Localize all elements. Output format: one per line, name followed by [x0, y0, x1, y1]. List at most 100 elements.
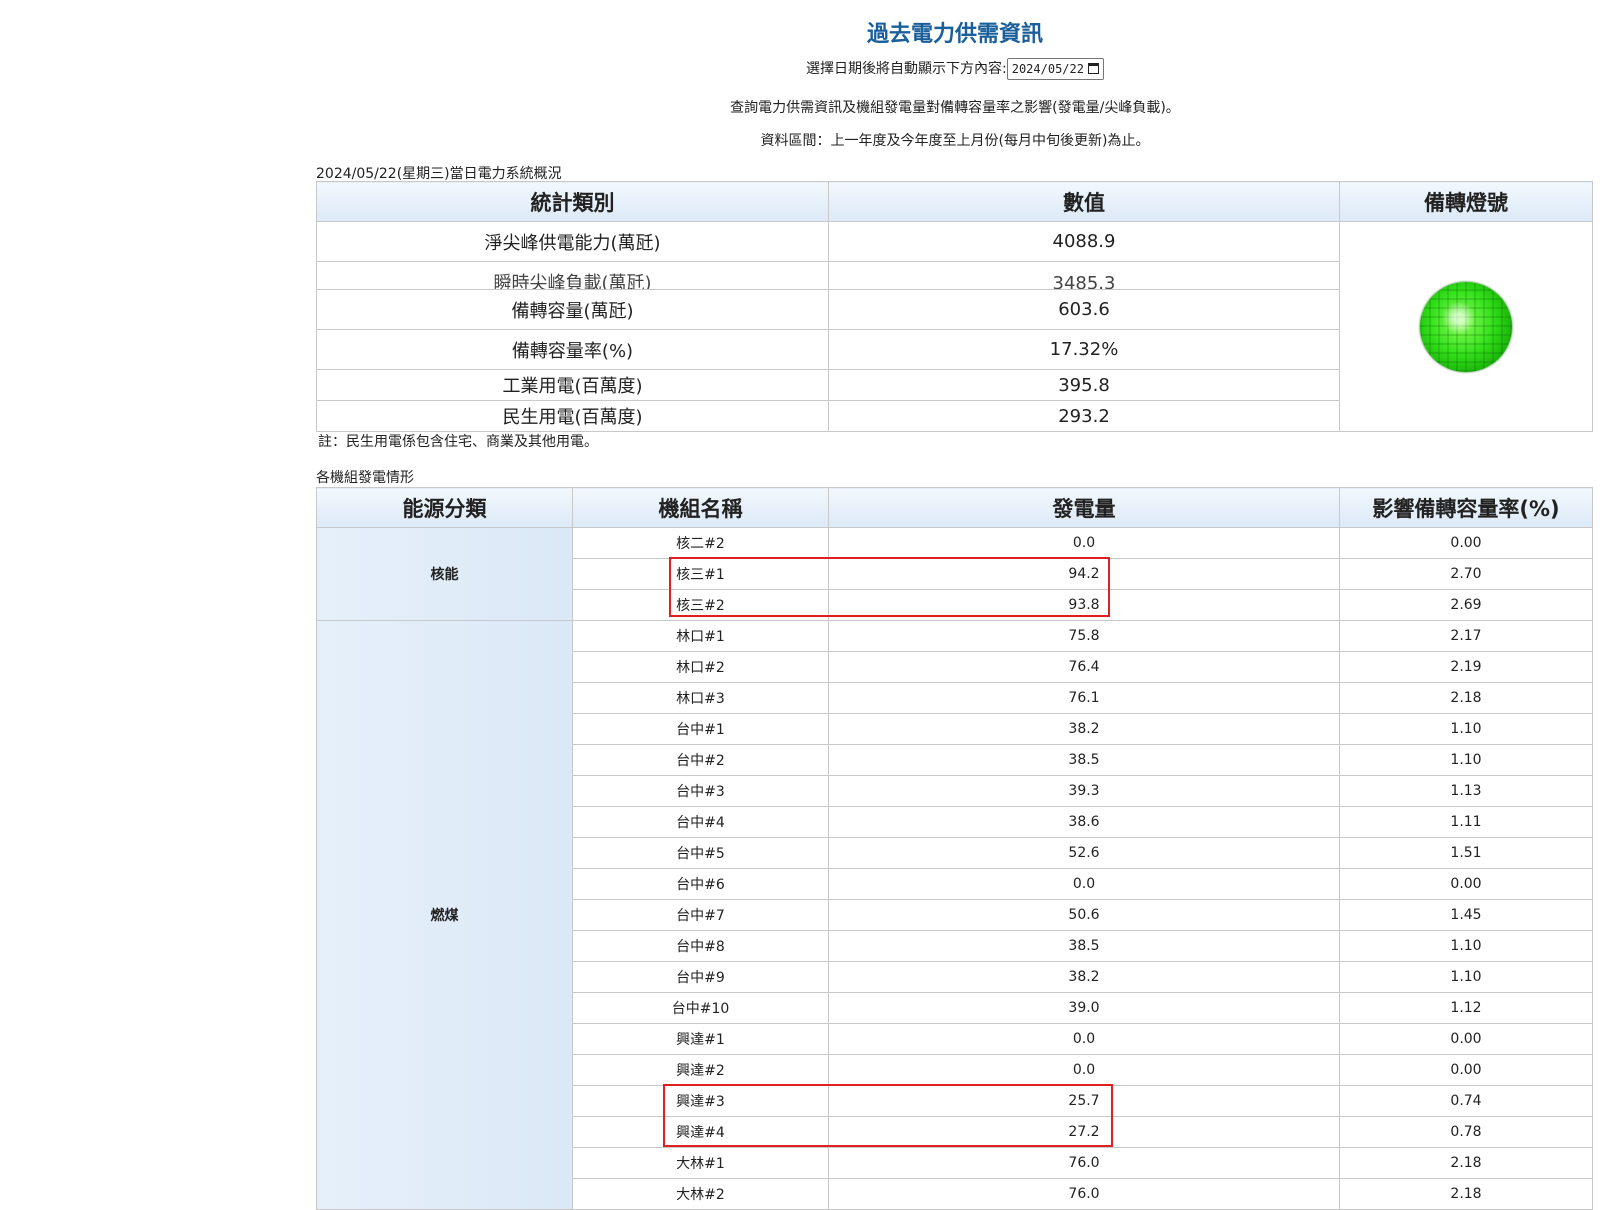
unit-name-cell: 台中#4 — [572, 806, 829, 838]
generation-cell: 38.6 — [828, 806, 1340, 838]
header-stat-category: 統計類別 — [316, 181, 829, 222]
header-reserve-impact: 影響備轉容量率(%) — [1339, 487, 1593, 528]
summary-value: 4088.9 — [828, 221, 1340, 262]
page-title: 過去電力供需資訊 — [866, 22, 1043, 47]
reserve-impact-cell: 2.19 — [1339, 651, 1593, 683]
header-unit-name: 機組名稱 — [572, 487, 829, 528]
reserve-impact-cell: 1.12 — [1339, 992, 1593, 1024]
reserve-light-cell — [1339, 221, 1593, 432]
generation-cell: 52.6 — [828, 837, 1340, 869]
reserve-impact-cell: 1.11 — [1339, 806, 1593, 838]
header-energy-category: 能源分類 — [316, 487, 573, 528]
units-caption: 各機組發電情形 — [316, 470, 414, 486]
generation-cell: 0.0 — [828, 868, 1340, 900]
nuclear-group: 核能 核二#2 0.0 0.00 核三#1 94.2 2.70 核三#2 93.8 2.69 — [316, 527, 1593, 621]
reserve-impact-cell: 1.10 — [1339, 713, 1593, 745]
reserve-impact-cell: 1.10 — [1339, 744, 1593, 776]
reserve-impact-cell: 2.18 — [1339, 1178, 1593, 1210]
unit-name-cell: 林口#1 — [572, 620, 829, 652]
unit-name-cell: 台中#1 — [572, 713, 829, 745]
unit-name-cell: 興達#2 — [572, 1054, 829, 1086]
unit-name-cell: 台中#2 — [572, 744, 829, 776]
summary-label: 備轉容量率(%) — [316, 329, 829, 370]
unit-name-cell: 台中#6 — [572, 868, 829, 900]
reserve-impact-cell: 0.00 — [1339, 1054, 1593, 1086]
generation-cell: 76.0 — [828, 1147, 1340, 1179]
reserve-impact-cell: 2.17 — [1339, 620, 1593, 652]
units-table: 能源分類 機組名稱 發電量 影響備轉容量率(%) 核能 核二#2 0.0 0.00 核三… — [316, 487, 1593, 1210]
coal-group: 燃煤 林口#1 75.8 2.17 林口#2 76.4 2.19 林口#3 76.1 2.18 台中… — [316, 620, 1593, 1210]
reserve-impact-cell: 2.70 — [1339, 558, 1593, 590]
unit-name-cell: 興達#3 — [572, 1085, 829, 1117]
summary-label: 民生用電(百萬度) — [316, 400, 829, 432]
reserve-impact-cell: 2.69 — [1339, 589, 1593, 621]
unit-name-cell: 核三#1 — [572, 558, 829, 590]
summary-value: 293.2 — [828, 400, 1340, 432]
category-coal: 燃煤 — [316, 620, 573, 1210]
generation-cell: 27.2 — [828, 1116, 1340, 1148]
unit-name-cell: 台中#9 — [572, 961, 829, 993]
reserve-impact-cell: 0.00 — [1339, 527, 1593, 559]
header-value: 數值 — [828, 181, 1340, 222]
unit-name-cell: 大林#2 — [572, 1178, 829, 1210]
generation-cell: 76.0 — [828, 1178, 1340, 1210]
summary-table: 統計類別 數值 備轉燈號 淨尖峰供電能力(萬瓩) 4088.9 瞬時尖峰負載(萬… — [316, 181, 1593, 432]
unit-name-cell: 大林#1 — [572, 1147, 829, 1179]
unit-name-cell: 興達#4 — [572, 1116, 829, 1148]
summary-caption: 2024/05/22(星期三)當日電力系統概況 — [316, 166, 562, 182]
generation-cell: 0.0 — [828, 1023, 1340, 1055]
header-reserve-light: 備轉燈號 — [1339, 181, 1593, 222]
generation-cell: 94.2 — [828, 558, 1340, 590]
header-generation: 發電量 — [828, 487, 1340, 528]
reserve-impact-cell: 1.51 — [1339, 837, 1593, 869]
generation-cell: 38.2 — [828, 713, 1340, 745]
summary-value: 395.8 — [828, 369, 1340, 401]
generation-cell: 38.5 — [828, 930, 1340, 962]
summary-label: 工業用電(百萬度) — [316, 369, 829, 401]
calendar-icon[interactable] — [1087, 63, 1099, 74]
generation-cell: 75.8 — [828, 620, 1340, 652]
summary-value: 603.6 — [828, 289, 1340, 330]
unit-name-cell: 台中#7 — [572, 899, 829, 931]
date-selector-line: 選擇日期後將自動顯示下方內容: 2024/05/22 — [0, 58, 1600, 80]
summary-value: 17.32% — [828, 329, 1340, 370]
date-prompt: 選擇日期後將自動顯示下方內容: — [806, 61, 1007, 77]
summary-row: 淨尖峰供電能力(萬瓩) 4088.9 — [316, 221, 1593, 432]
summary-label: 淨尖峰供電能力(萬瓩) — [316, 221, 829, 262]
unit-name-cell: 台中#5 — [572, 837, 829, 869]
date-input[interactable]: 2024/05/22 — [1006, 58, 1104, 80]
generation-cell: 39.0 — [828, 992, 1340, 1024]
summary-value: 3485.3 — [828, 261, 1340, 290]
unit-name-cell: 台中#3 — [572, 775, 829, 807]
generation-cell: 93.8 — [828, 589, 1340, 621]
summary-header-row: 統計類別 數值 備轉燈號 — [316, 181, 1593, 222]
date-value: 2024/05/22 — [1011, 62, 1084, 76]
category-nuclear: 核能 — [316, 527, 573, 621]
unit-name-cell: 核二#2 — [572, 527, 829, 559]
reserve-impact-cell: 0.00 — [1339, 1023, 1593, 1055]
unit-name-cell: 興達#1 — [572, 1023, 829, 1055]
summary-note: 註：民生用電係包含住宅、商業及其他用電。 — [318, 434, 598, 450]
reserve-impact-cell: 2.18 — [1339, 682, 1593, 714]
table-row: 核能 核二#2 0.0 0.00 — [316, 527, 1593, 621]
summary-label: 瞬時尖峰負載(萬瓩) — [316, 261, 829, 290]
generation-cell: 76.1 — [828, 682, 1340, 714]
units-header-row: 能源分類 機組名稱 發電量 影響備轉容量率(%) — [316, 487, 1593, 528]
unit-name-cell: 核三#2 — [572, 589, 829, 621]
reserve-impact-cell: 1.45 — [1339, 899, 1593, 931]
unit-name-cell: 林口#3 — [572, 682, 829, 714]
unit-name-cell: 台中#8 — [572, 930, 829, 962]
table-row: 燃煤 林口#1 75.8 2.17 — [316, 620, 1593, 1210]
generation-cell: 50.6 — [828, 899, 1340, 931]
green-light-icon — [1420, 281, 1512, 372]
reserve-impact-cell: 0.74 — [1339, 1085, 1593, 1117]
query-description: 查詢電力供需資訊及機組發電量對備轉容量率之影響(發電量/尖峰負載)。 — [730, 100, 1180, 116]
reserve-impact-cell: 2.18 — [1339, 1147, 1593, 1179]
generation-cell: 0.0 — [828, 1054, 1340, 1086]
generation-cell: 39.3 — [828, 775, 1340, 807]
generation-cell: 76.4 — [828, 651, 1340, 683]
generation-cell: 0.0 — [828, 527, 1340, 559]
reserve-impact-cell: 1.13 — [1339, 775, 1593, 807]
reserve-impact-cell: 1.10 — [1339, 961, 1593, 993]
reserve-impact-cell: 0.00 — [1339, 868, 1593, 900]
